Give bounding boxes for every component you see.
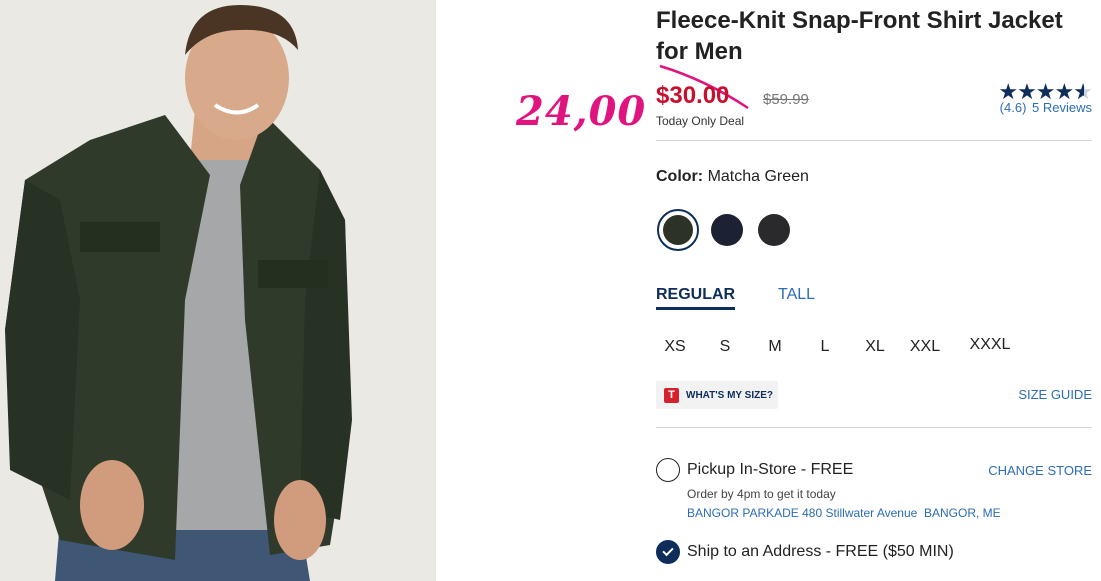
rating-value: (4.6) xyxy=(999,100,1027,115)
handwritten-price-annotation: 24,00 xyxy=(516,88,647,135)
rating-block[interactable]: ★★★★★ (4.6) 5 Reviews xyxy=(998,81,1093,116)
sale-price: $30.00 xyxy=(656,82,730,109)
store-address-link[interactable]: BANGOR PARKADE 480 Stillwater Avenue BAN… xyxy=(687,506,1001,520)
whats-my-size-label: WHAT'S MY SIZE? xyxy=(686,389,774,401)
selected-color-name: Matcha Green xyxy=(707,168,809,185)
color-label: Color: Matcha Green xyxy=(656,168,809,186)
swatch-fill xyxy=(663,215,693,245)
product-title: Fleece-Knit Snap-Front Shirt Jacket for … xyxy=(656,7,1063,65)
size-m[interactable]: M xyxy=(755,338,795,356)
color-swatch-matcha-green[interactable] xyxy=(657,209,699,251)
color-label-key: Color: xyxy=(656,168,704,185)
color-swatch-navy[interactable] xyxy=(711,214,743,246)
size-xl[interactable]: XL xyxy=(855,338,895,356)
tab-tall[interactable]: TALL xyxy=(778,286,815,307)
pickup-note: Order by 4pm to get it today xyxy=(687,487,836,501)
size-l[interactable]: L xyxy=(805,338,845,356)
whats-my-size-button[interactable]: T WHAT'S MY SIZE? xyxy=(656,381,779,409)
size-xxl[interactable]: XXL xyxy=(905,338,945,356)
product-image[interactable] xyxy=(0,0,436,581)
swatch-fill xyxy=(711,214,743,246)
divider xyxy=(656,427,1092,428)
swatch-fill xyxy=(758,214,790,246)
product-photo-illustration xyxy=(0,0,436,581)
size-guide-link[interactable]: SIZE GUIDE xyxy=(1018,387,1092,402)
pickup-radio[interactable] xyxy=(656,458,680,482)
color-swatch-black[interactable] xyxy=(758,214,790,246)
change-store-link[interactable]: CHANGE STORE xyxy=(988,463,1092,478)
tab-regular[interactable]: REGULAR xyxy=(656,286,736,310)
star-rating: ★★★★★ xyxy=(998,81,1093,103)
checkmark-icon xyxy=(662,544,674,557)
original-price: $59.99 xyxy=(763,91,809,108)
ship-radio[interactable] xyxy=(656,540,680,564)
deal-label: Today Only Deal xyxy=(656,114,745,128)
divider xyxy=(656,140,1092,141)
size-xxxl[interactable]: XXXL xyxy=(966,336,1014,354)
size-xs[interactable]: XS xyxy=(655,338,695,356)
pickup-label[interactable]: Pickup In-Store - FREE xyxy=(687,461,853,479)
true-fit-logo-icon: T xyxy=(664,387,679,403)
ship-label[interactable]: Ship to an Address - FREE ($50 MIN) xyxy=(687,543,954,561)
size-s[interactable]: S xyxy=(705,338,745,356)
half-star-icon: ★ xyxy=(1073,81,1093,103)
